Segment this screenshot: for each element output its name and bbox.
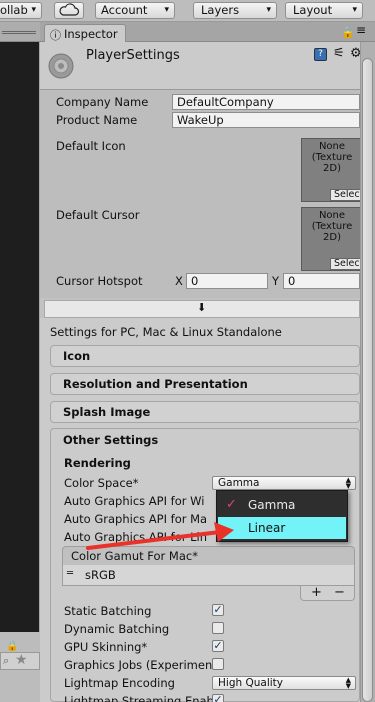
account-label: Account bbox=[101, 3, 148, 17]
updown-arrows-icon: ▲ ▼ bbox=[345, 476, 351, 490]
layers-label: Layers bbox=[201, 3, 240, 17]
chevron-down-icon: ▾ bbox=[164, 5, 169, 15]
dynamic-batching-checkbox[interactable] bbox=[212, 622, 224, 634]
lock-icon[interactable]: 🔒 bbox=[341, 26, 355, 39]
inspector-tab-label: Inspector bbox=[64, 27, 118, 41]
arrow-down-icon: ⬇ bbox=[197, 301, 207, 314]
section-other-settings[interactable]: Other Settings bbox=[63, 433, 158, 447]
inspector-header: PlayerSettings ? ⚟ ⚙ bbox=[40, 42, 362, 90]
inspector-tab[interactable]: ⓘ Inspector bbox=[44, 24, 126, 42]
cloud-button[interactable] bbox=[54, 2, 84, 19]
gpu-skinning-checkbox[interactable]: ✓ bbox=[212, 640, 224, 652]
select-button[interactable]: Select bbox=[330, 258, 362, 270]
chevron-down-icon: ▾ bbox=[352, 5, 357, 15]
product-name-label: Product Name bbox=[56, 113, 138, 127]
layout-label: Layout bbox=[293, 3, 333, 17]
popup-option-gamma[interactable]: ✓ Gamma bbox=[218, 494, 346, 516]
company-name-field[interactable]: DefaultCompany bbox=[172, 94, 360, 110]
texture-none-text: None (Texture 2D) bbox=[311, 141, 353, 174]
scrollbar-thumb[interactable] bbox=[362, 58, 373, 702]
collab-label: ollab bbox=[0, 3, 28, 17]
annotation-arrow bbox=[86, 522, 234, 550]
list-item[interactable]: sRGB bbox=[85, 568, 116, 582]
color-space-value: Gamma bbox=[218, 477, 260, 489]
chevron-down-icon: ▾ bbox=[266, 5, 271, 15]
preset-icon[interactable]: ⚟ bbox=[333, 46, 345, 61]
gpu-skinning-label: GPU Skinning* bbox=[64, 640, 148, 654]
platform-divider[interactable]: ⬇ bbox=[44, 300, 360, 318]
company-name-label: Company Name bbox=[56, 95, 149, 109]
layers-dropdown[interactable]: Layers ▾ bbox=[193, 2, 277, 19]
auto-graphics-win-label: Auto Graphics API for Wi bbox=[64, 494, 205, 508]
lightmap-encoding-label: Lightmap Encoding bbox=[64, 676, 175, 690]
default-cursor-slot[interactable]: None (Texture 2D) Select bbox=[301, 207, 362, 271]
color-space-dropdown[interactable]: Gamma ▲ ▼ bbox=[212, 476, 356, 490]
search-field[interactable]: ⌕ ★ bbox=[0, 652, 40, 670]
cloud-icon bbox=[59, 3, 80, 16]
help-icon[interactable]: ? bbox=[314, 48, 327, 61]
scene-view-area[interactable] bbox=[0, 42, 39, 632]
product-name-field[interactable]: WakeUp bbox=[172, 112, 360, 128]
lightmap-streaming-label: Lightmap Streaming Enab bbox=[64, 694, 214, 702]
select-button[interactable]: Select bbox=[330, 189, 362, 201]
hotspot-x-field[interactable]: 0 bbox=[186, 273, 268, 289]
star-icon[interactable]: ★ bbox=[15, 652, 28, 668]
collab-dropdown[interactable]: ollab ▾ bbox=[0, 2, 42, 19]
section-icon[interactable]: Icon bbox=[50, 345, 360, 367]
lock-icon[interactable]: 🔒 bbox=[6, 641, 18, 652]
info-icon: ⓘ bbox=[50, 29, 61, 42]
lightmap-encoding-value: High Quality bbox=[218, 677, 283, 689]
default-icon-label: Default Icon bbox=[56, 139, 126, 153]
list-footer: + − bbox=[300, 585, 355, 601]
menu-lines-icon[interactable] bbox=[2, 31, 36, 34]
hotspot-y-field[interactable]: 0 bbox=[283, 273, 360, 289]
graphics-jobs-checkbox[interactable] bbox=[212, 658, 224, 670]
platform-label: Settings for PC, Mac & Linux Standalone bbox=[50, 325, 282, 339]
remove-button[interactable]: − bbox=[334, 585, 345, 600]
section-splash[interactable]: Splash Image bbox=[50, 401, 360, 423]
static-batching-checkbox[interactable]: ✓ bbox=[212, 604, 224, 616]
drag-handle-icon[interactable]: ═ bbox=[67, 568, 73, 579]
graphics-jobs-label: Graphics Jobs (Experimen bbox=[64, 658, 213, 672]
hotspot-x-label: X bbox=[175, 274, 183, 288]
color-space-label: Color Space* bbox=[64, 476, 139, 490]
add-button[interactable]: + bbox=[311, 585, 322, 600]
cursor-hotspot-label: Cursor Hotspot bbox=[56, 274, 143, 288]
color-gamut-list: ═ sRGB bbox=[62, 565, 355, 586]
account-dropdown[interactable]: Account ▾ bbox=[95, 2, 175, 19]
popup-option-label: Gamma bbox=[248, 498, 296, 512]
gear-icon bbox=[48, 53, 74, 79]
rendering-heading: Rendering bbox=[64, 456, 131, 470]
default-cursor-label: Default Cursor bbox=[56, 208, 140, 222]
layout-dropdown[interactable]: Layout ▾ bbox=[285, 2, 363, 19]
updown-arrows-icon: ▲ ▼ bbox=[345, 676, 351, 690]
texture-none-text: None (Texture 2D) bbox=[311, 210, 353, 243]
section-resolution[interactable]: Resolution and Presentation bbox=[50, 373, 360, 395]
dynamic-batching-label: Dynamic Batching bbox=[64, 622, 170, 636]
main-toolbar: ollab ▾ Account ▾ Layers ▾ Layout ▾ bbox=[0, 0, 375, 22]
lightmap-streaming-checkbox[interactable]: ✓ bbox=[212, 694, 224, 702]
chevron-down-icon: ▾ bbox=[31, 5, 36, 15]
default-icon-slot[interactable]: None (Texture 2D) Select bbox=[301, 138, 362, 202]
lightmap-encoding-dropdown[interactable]: High Quality ▲ ▼ bbox=[212, 676, 356, 690]
checkmark-icon: ✓ bbox=[226, 497, 237, 512]
search-icon: ⌕ bbox=[3, 654, 10, 667]
static-batching-label: Static Batching bbox=[64, 604, 152, 618]
left-panel-tabbar bbox=[0, 22, 40, 42]
page-title: PlayerSettings bbox=[86, 48, 180, 63]
menu-icon[interactable]: ≡ bbox=[356, 24, 366, 36]
hotspot-y-label: Y bbox=[272, 274, 280, 288]
popup-option-label: Linear bbox=[248, 521, 286, 535]
left-bottom-bar: 🔒 ⌕ ★ bbox=[0, 632, 40, 702]
